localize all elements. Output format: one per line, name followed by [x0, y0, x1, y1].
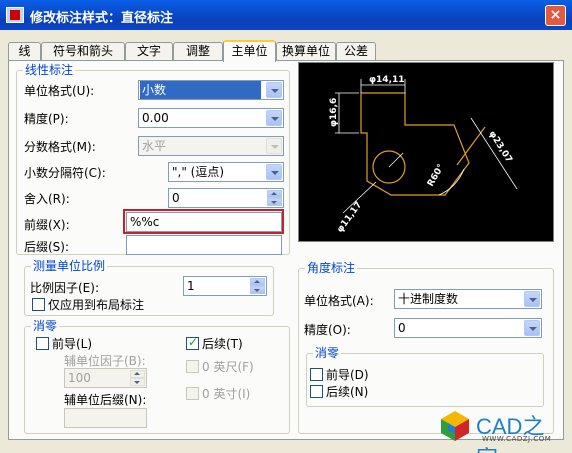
chevron-down-icon: [524, 320, 540, 336]
decimal-separator-label: 小数分隔符(C):: [24, 166, 106, 180]
precision-select[interactable]: 0.00: [138, 108, 284, 128]
spin-up-icon[interactable]: [250, 278, 265, 286]
tab-alternate-units[interactable]: 换算单位: [276, 42, 336, 61]
logo-name: CAD之家: [476, 414, 545, 453]
title-bar: 修改标注样式：直径标注 ×: [0, 0, 572, 30]
layout-only-label: 仅应用到布局标注: [48, 298, 145, 312]
unit-format-select[interactable]: 小数: [138, 80, 284, 100]
trailing-zero-label: 后续(T): [202, 337, 243, 351]
fraction-format-select: 水平: [138, 136, 284, 156]
leading-zero-checkbox[interactable]: [36, 337, 49, 350]
tab-tolerances[interactable]: 公差: [336, 42, 376, 61]
spin-down-icon: [130, 378, 145, 386]
zero-feet-checkbox: [186, 360, 199, 373]
preview-dim-right: φ23,07: [486, 129, 513, 164]
cube-logo-icon: [441, 411, 469, 441]
tab-primary-units[interactable]: 主单位: [223, 40, 276, 62]
preview-geometry: [360, 92, 486, 196]
trailing-zero-checkbox[interactable]: [186, 335, 199, 350]
chevron-down-icon: [266, 110, 282, 126]
prefix-highlight-box: [123, 209, 284, 234]
angular-zero-title: 消零: [313, 346, 342, 360]
spin-down-icon[interactable]: [267, 198, 282, 206]
tab-fit[interactable]: 调整: [173, 42, 223, 61]
tab-text[interactable]: 文字: [125, 42, 173, 61]
chevron-down-icon: [266, 138, 282, 154]
unit-format-label: 单位格式(U):: [24, 84, 95, 98]
angular-precision-label: 精度(O):: [304, 323, 351, 337]
angular-leading-checkbox[interactable]: [310, 368, 323, 381]
precision-label: 精度(P):: [24, 112, 69, 126]
zero-suppression-title: 消零: [31, 319, 60, 333]
chevron-down-icon: [266, 164, 282, 180]
window-title: 修改标注样式：直径标注: [30, 11, 174, 26]
spin-down-icon[interactable]: [250, 286, 265, 294]
angular-leading-label: 前导(D): [326, 368, 369, 382]
dimension-preview: φ14,11 φ16,6 φ23,07 φ11,17 R60°: [298, 62, 554, 242]
angular-group-title: 角度标注: [305, 261, 358, 275]
close-button[interactable]: ×: [545, 5, 566, 26]
angular-precision-select[interactable]: 0: [394, 318, 542, 338]
preview-dim-top: φ14,11: [369, 75, 405, 85]
layout-only-checkbox[interactable]: [32, 298, 45, 311]
sub-unit-suffix-label: 辅单位后缀(N):: [64, 393, 147, 407]
preview-dimensions: [335, 79, 518, 214]
sub-unit-factor-label: 辅单位因子(B):: [64, 354, 146, 368]
suffix-label: 后缀(S):: [24, 240, 70, 254]
chevron-down-icon: [524, 291, 540, 307]
spin-up-icon[interactable]: [267, 190, 282, 198]
scale-group-title: 测量单位比例: [31, 259, 108, 273]
chevron-down-icon: [266, 82, 282, 98]
angular-unit-format-select[interactable]: 十进制度数: [394, 289, 542, 309]
zero-inch-label: 0 英寸(I): [202, 387, 251, 401]
preview-dim-bottom: φ11,17: [335, 200, 364, 235]
scale-factor-label: 比例因子(E):: [30, 281, 99, 295]
fraction-format-label: 分数格式(M):: [24, 140, 96, 154]
angular-unit-format-label: 单位格式(A):: [304, 294, 374, 308]
preview-dim-angle: R60°: [426, 163, 447, 189]
leading-zero-label: 前导(L): [52, 337, 93, 351]
round-off-label: 舍入(R):: [24, 192, 70, 206]
scale-factor-spinner[interactable]: 1: [183, 276, 267, 296]
angular-trailing-checkbox[interactable]: [310, 385, 323, 398]
linear-group-title: 线性标注: [23, 63, 76, 77]
tab-symbols-arrows[interactable]: 符号和箭头: [41, 42, 125, 61]
preview-dim-left: φ16,6: [329, 98, 339, 127]
tab-bar: 线 符号和箭头 文字 调整 主单位 换算单位 公差: [8, 40, 564, 62]
decimal-separator-select[interactable]: "," (逗点): [168, 162, 284, 182]
zero-feet-label: 0 英尺(F): [202, 360, 254, 374]
spin-up-icon: [130, 370, 145, 378]
tab-lines[interactable]: 线: [8, 42, 41, 61]
cad-home-logo: CAD之家 WWW.CADZJ.COM: [436, 407, 566, 453]
sub-unit-factor-spinner: 100: [64, 368, 147, 388]
logo-url: WWW.CADZJ.COM: [482, 435, 552, 443]
preview-outline: [360, 92, 470, 196]
round-off-spinner[interactable]: 0: [168, 188, 284, 208]
app-icon: [6, 7, 24, 23]
sub-unit-suffix-input: [64, 408, 147, 428]
zero-inch-checkbox: [186, 387, 199, 400]
prefix-label: 前缀(X):: [24, 218, 70, 232]
suffix-input[interactable]: [126, 235, 282, 255]
angular-trailing-label: 后续(N): [326, 385, 369, 399]
